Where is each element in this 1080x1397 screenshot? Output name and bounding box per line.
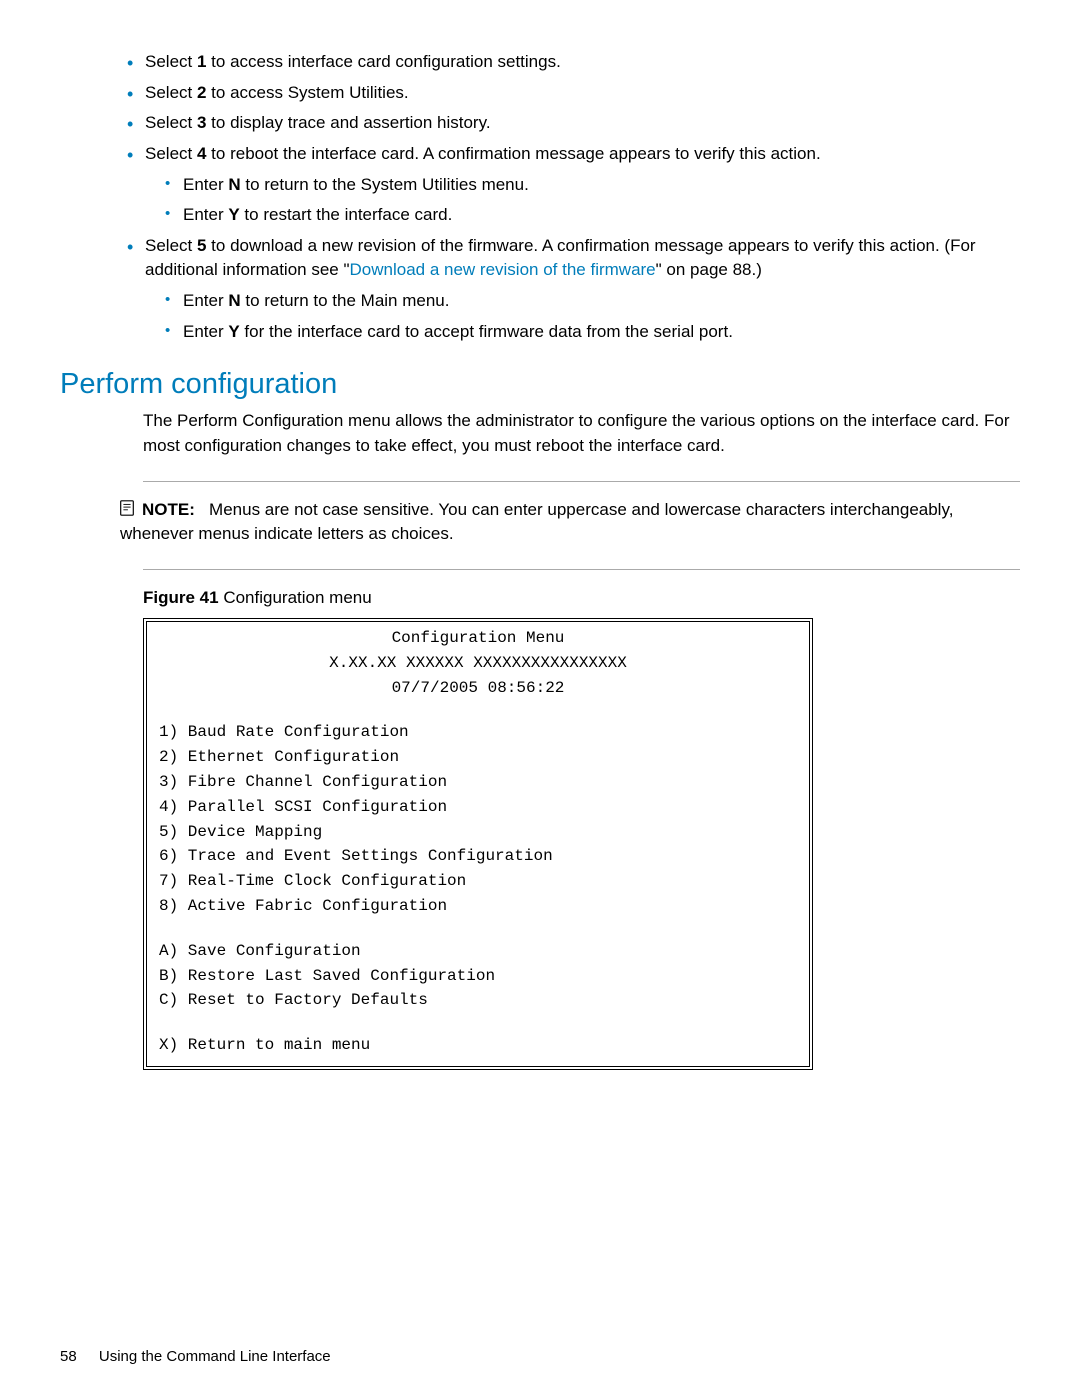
keyword: Y bbox=[228, 205, 239, 224]
text: to restart the interface card. bbox=[240, 205, 453, 224]
menu-timestamp: 07/7/2005 08:56:22 bbox=[159, 676, 797, 701]
menu-block-1: 1) Baud Rate Configuration 2) Ethernet C… bbox=[159, 720, 797, 918]
menu-item: 5) Device Mapping bbox=[159, 820, 797, 845]
text: to access interface card configuration s… bbox=[206, 52, 560, 71]
menu-block-2: A) Save Configuration B) Restore Last Sa… bbox=[159, 939, 797, 1013]
page-number: 58 bbox=[60, 1348, 77, 1365]
text: " on page 88.) bbox=[656, 260, 762, 279]
list-item: Enter N to return to the Main menu. bbox=[183, 289, 1020, 314]
list-item: Select 3 to display trace and assertion … bbox=[145, 111, 1020, 136]
text: to display trace and assertion history. bbox=[206, 113, 490, 132]
text: Enter bbox=[183, 322, 228, 341]
page-footer: 58 Using the Command Line Interface bbox=[60, 1348, 331, 1365]
figure-label: Figure 41 bbox=[143, 588, 219, 607]
text: to access System Utilities. bbox=[206, 83, 408, 102]
menu-item: 4) Parallel SCSI Configuration bbox=[159, 795, 797, 820]
keyword: N bbox=[228, 291, 240, 310]
bullet-list-main: Select 1 to access interface card config… bbox=[60, 50, 1020, 344]
text: to return to the Main menu. bbox=[241, 291, 450, 310]
list-item: Enter N to return to the System Utilitie… bbox=[183, 173, 1020, 198]
divider bbox=[143, 569, 1020, 570]
menu-title: Configuration Menu bbox=[159, 626, 797, 651]
list-item: Select 5 to download a new revision of t… bbox=[145, 234, 1020, 345]
menu-item: 8) Active Fabric Configuration bbox=[159, 894, 797, 919]
menu-item: 3) Fibre Channel Configuration bbox=[159, 770, 797, 795]
menu-item: 2) Ethernet Configuration bbox=[159, 745, 797, 770]
menu-item: 7) Real-Time Clock Configuration bbox=[159, 869, 797, 894]
menu-item: X) Return to main menu bbox=[159, 1033, 797, 1058]
list-item: Enter Y for the interface card to accept… bbox=[183, 320, 1020, 345]
note-block: NOTE: Menus are not case sensitive. You … bbox=[120, 498, 1020, 547]
text: Enter bbox=[183, 205, 228, 224]
menu-version: X.XX.XX XXXXXX XXXXXXXXXXXXXXXX bbox=[159, 651, 797, 676]
xref-link[interactable]: Download a new revision of the firmware bbox=[350, 260, 656, 279]
text: Select bbox=[145, 236, 197, 255]
bullet-list-sub: Enter N to return to the Main menu. Ente… bbox=[145, 289, 1020, 344]
note-text: Menus are not case sensitive. You can en… bbox=[120, 500, 958, 544]
list-item: Select 2 to access System Utilities. bbox=[145, 81, 1020, 106]
text: Select bbox=[145, 113, 197, 132]
configuration-menu-box: Configuration Menu X.XX.XX XXXXXX XXXXXX… bbox=[143, 618, 813, 1070]
divider bbox=[143, 481, 1020, 482]
text: Select bbox=[145, 83, 197, 102]
section-body: The Perform Configuration menu allows th… bbox=[143, 409, 1020, 458]
text: Enter bbox=[183, 291, 228, 310]
section-heading: Perform configuration bbox=[60, 368, 1020, 401]
keyword: N bbox=[228, 175, 240, 194]
text: for the interface card to accept firmwar… bbox=[240, 322, 733, 341]
list-item: Select 1 to access interface card config… bbox=[145, 50, 1020, 75]
text: to reboot the interface card. A confirma… bbox=[206, 144, 820, 163]
menu-block-3: X) Return to main menu bbox=[159, 1033, 797, 1058]
menu-item: 1) Baud Rate Configuration bbox=[159, 720, 797, 745]
keyword: Y bbox=[228, 322, 239, 341]
bullet-list-sub: Enter N to return to the System Utilitie… bbox=[145, 173, 1020, 228]
list-item: Enter Y to restart the interface card. bbox=[183, 203, 1020, 228]
text: Enter bbox=[183, 175, 228, 194]
menu-item: 6) Trace and Event Settings Configuratio… bbox=[159, 844, 797, 869]
list-item: Select 4 to reboot the interface card. A… bbox=[145, 142, 1020, 228]
figure-title: Configuration menu bbox=[219, 588, 372, 607]
note-icon bbox=[118, 499, 136, 517]
chapter-title: Using the Command Line Interface bbox=[99, 1348, 331, 1365]
menu-item: A) Save Configuration bbox=[159, 939, 797, 964]
text: to return to the System Utilities menu. bbox=[241, 175, 529, 194]
text: Select bbox=[145, 52, 197, 71]
text: Select bbox=[145, 144, 197, 163]
menu-item: B) Restore Last Saved Configuration bbox=[159, 964, 797, 989]
menu-item: C) Reset to Factory Defaults bbox=[159, 988, 797, 1013]
figure-caption: Figure 41 Configuration menu bbox=[143, 588, 1020, 608]
